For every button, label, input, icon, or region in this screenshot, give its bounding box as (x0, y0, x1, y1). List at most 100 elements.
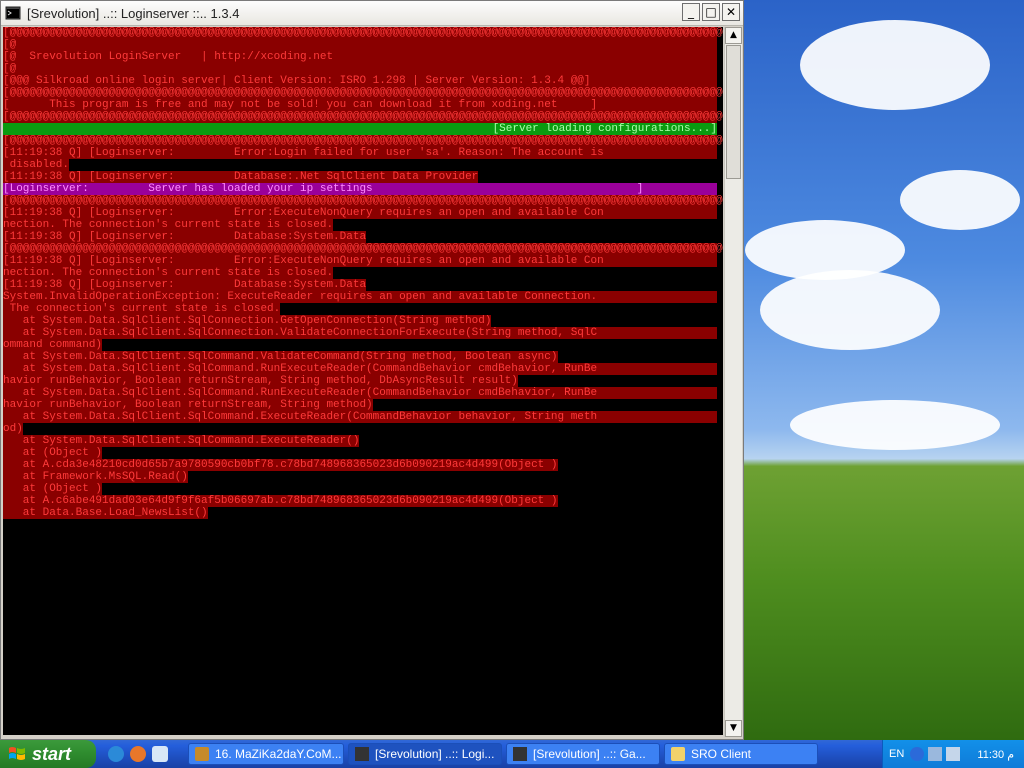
console-line-text: at A.cda3e48210cd0d65b7a9780590cb0bf78.c… (3, 459, 558, 471)
console-line-text: at System.Data.SqlClient.SqlConnection.V… (3, 327, 717, 339)
console-line: [11:19:38 Q] [Loginserver: Database:Syst… (3, 231, 723, 243)
console-line: [11:19:38 Q] [Loginserver: Database:Syst… (3, 279, 723, 291)
maximize-button[interactable]: □ (702, 3, 720, 21)
console-line: at System.Data.SqlClient.SqlCommand.Exec… (3, 411, 723, 423)
winamp-icon (195, 747, 209, 761)
console-line: [ This program is free and may not be so… (3, 99, 723, 111)
console-line-text: at System.Data.SqlClient.SqlCommand.Exec… (3, 435, 360, 447)
clock[interactable]: 11:30 ‫م‬ (977, 748, 1014, 761)
console-line: disabled. (3, 159, 723, 171)
console-line-text: [@@@@@@@@@@@@@@@@@@@@@@@@@@@@@@@@@@@@@@@… (3, 195, 723, 207)
console-line-text: [11:19:38 Q] [Loginserver: Error:Execute… (3, 255, 717, 267)
console-line-text: [@ @] (3, 39, 723, 51)
console-line: at Data.Base.Load_NewsList() (3, 507, 723, 519)
scroll-up-icon[interactable]: ▲ (725, 27, 742, 44)
console-line-text: [11:19:38 Q] [Loginserver: Database:Syst… (3, 231, 367, 243)
console-line-text: [11:19:38 Q] [Loginserver: Database:Syst… (3, 279, 367, 291)
console-line: at System.Data.SqlClient.SqlCommand.RunE… (3, 363, 723, 375)
console-line-text: [@@@@@@@@@@@@@@@@@@@@@@@@@@@@@@@@@@@@@@@… (3, 243, 723, 255)
console-line: The connection's current state is closed… (3, 303, 723, 315)
console-line: nection. The connection's current state … (3, 267, 723, 279)
console-line-text: [@@@ Silkroad online login server| Clien… (3, 75, 717, 87)
console-line: od) (3, 423, 723, 435)
console-line: havior runBehavior, Boolean returnStream… (3, 375, 723, 387)
console-line: nection. The connection's current state … (3, 219, 723, 231)
console-line-text: nection. The connection's current state … (3, 219, 334, 231)
cloud (900, 170, 1020, 230)
console-line: [11:19:38 Q] [Loginserver: Error:Execute… (3, 255, 723, 267)
console-line: at (Object ) (3, 483, 723, 495)
console-line: at System.Data.SqlClient.SqlConnection.G… (3, 315, 723, 327)
taskbar-item-loginserver[interactable]: [Srevolution] ..:: Logi... (348, 743, 502, 765)
taskbar-item-label: 16. MaZiKa2daY.CoM... (215, 747, 342, 761)
vertical-scrollbar[interactable]: ▲ ▼ (724, 27, 742, 737)
console-line-text: at A.c6abe491dad03e64d9f9f6af5b06697ab.c… (3, 495, 558, 507)
taskbar-item-gameserver[interactable]: [Srevolution] ..:: Ga... (506, 743, 660, 765)
console-line-text: at (Object ) (3, 447, 103, 459)
console-line-text: nection. The connection's current state … (3, 267, 334, 279)
console-line: [@ @] (3, 63, 723, 75)
console-line-text: [11:19:38 Q] [Loginserver: Database:.Net… (3, 171, 479, 183)
console-line: [@ Srevolution LoginServer | http://xcod… (3, 51, 723, 63)
system-tray: EN 11:30 ‫م‬ (882, 740, 1024, 768)
folder-icon (671, 747, 685, 761)
console-line: at A.c6abe491dad03e64d9f9f6af5b06697ab.c… (3, 495, 723, 507)
console-line-text: [@@@@@@@@@@@@@@@@@@@@@@@@@@@@@@@@@@@@@@@… (3, 111, 723, 123)
console-line-text: at System.Data.SqlClient.SqlConnection.G… (3, 315, 492, 327)
console-line-text: at System.Data.SqlClient.SqlCommand.Vali… (3, 351, 558, 363)
cloud (760, 270, 940, 350)
console-line: at System.Data.SqlClient.SqlCommand.Vali… (3, 351, 723, 363)
console-line: [11:19:38 Q] [Loginserver: Database:.Net… (3, 171, 723, 183)
taskbar-item-label: [Srevolution] ..:: Logi... (375, 747, 495, 761)
console-line: at A.cda3e48210cd0d65b7a9780590cb0bf78.c… (3, 459, 723, 471)
console-line: [Server loading configurations...] (3, 123, 723, 135)
console-output[interactable]: [@@@@@@@@@@@@@@@@@@@@@@@@@@@@@@@@@@@@@@@… (3, 27, 723, 735)
tray-expand-icon[interactable] (910, 747, 925, 761)
console-line: [@@@@@@@@@@@@@@@@@@@@@@@@@@@@@@@@@@@@@@@… (3, 27, 723, 39)
console-line-text: havior runBehavior, Boolean returnStream… (3, 399, 373, 411)
console-line: [@@@ Silkroad online login server| Clien… (3, 75, 723, 87)
console-line: [11:19:38 Q] [Loginserver: Error:Login f… (3, 147, 723, 159)
console-line-text: at System.Data.SqlClient.SqlCommand.RunE… (3, 363, 717, 375)
internet-explorer-icon[interactable] (108, 746, 124, 762)
console-line-text: [Loginserver: Server has loaded your ip … (3, 183, 717, 195)
taskbar-item-label: SRO Client (691, 747, 752, 761)
console-line: [Loginserver: Server has loaded your ip … (3, 183, 723, 195)
console-line: [@@@@@@@@@@@@@@@@@@@@@@@@@@@@@@@@@@@@@@@… (3, 111, 723, 123)
console-line: [11:19:38 Q] [Loginserver: Error:Execute… (3, 207, 723, 219)
start-label: start (32, 743, 72, 764)
cloud (790, 400, 1000, 450)
network-icon[interactable] (928, 747, 943, 761)
console-line-text: at (Object ) (3, 483, 103, 495)
language-indicator[interactable]: EN (889, 748, 904, 760)
console-line-text: [@@@@@@@@@@@@@@@@@@@@@@@@@@@@@@@@@@@@@@@… (3, 27, 723, 39)
scroll-thumb[interactable] (726, 45, 741, 179)
console-line: at Framework.MsSQL.Read() (3, 471, 723, 483)
console-line-text: [Server loading configurations...] (3, 123, 717, 135)
minimize-button[interactable]: _ (682, 3, 700, 21)
console-window[interactable]: [Srevolution] ..:: Loginserver ::.. 1.3.… (0, 0, 744, 740)
console-line-text: at Framework.MsSQL.Read() (3, 471, 188, 483)
messenger-icon[interactable] (152, 746, 168, 762)
console-line-text: od) (3, 423, 23, 435)
console-line-text: The connection's current state is closed… (3, 303, 281, 315)
windows-flag-icon (9, 747, 25, 760)
close-button[interactable]: ✕ (722, 3, 740, 21)
volume-icon[interactable] (946, 747, 961, 761)
taskbar-item-sro-client[interactable]: SRO Client (664, 743, 818, 765)
console-line: at System.Data.SqlClient.SqlCommand.RunE… (3, 387, 723, 399)
console-line-text: ommand command) (3, 339, 103, 351)
start-button[interactable]: start (0, 740, 96, 768)
title-bar[interactable]: [Srevolution] ..:: Loginserver ::.. 1.3.… (1, 1, 743, 26)
console-line-text: at Data.Base.Load_NewsList() (3, 507, 208, 519)
taskbar-item-mazika[interactable]: 16. MaZiKa2daY.CoM... (188, 743, 344, 765)
window-title: [Srevolution] ..:: Loginserver ::.. 1.3.… (27, 5, 240, 21)
console-line-text: [@ @] (3, 63, 723, 75)
console-line-text: disabled. (3, 159, 70, 171)
scroll-down-icon[interactable]: ▼ (725, 720, 742, 737)
console-icon (5, 6, 21, 20)
console-line-text: [@@@@@@@@@@@@@@@@@@@@@@@@@@@@@@@@@@@@@@@… (3, 87, 723, 99)
firefox-icon[interactable] (130, 746, 146, 762)
console-line: [@@@@@@@@@@@@@@@@@@@@@@@@@@@@@@@@@@@@@@@… (3, 135, 723, 147)
console-line: System.InvalidOperationException: Execut… (3, 291, 723, 303)
